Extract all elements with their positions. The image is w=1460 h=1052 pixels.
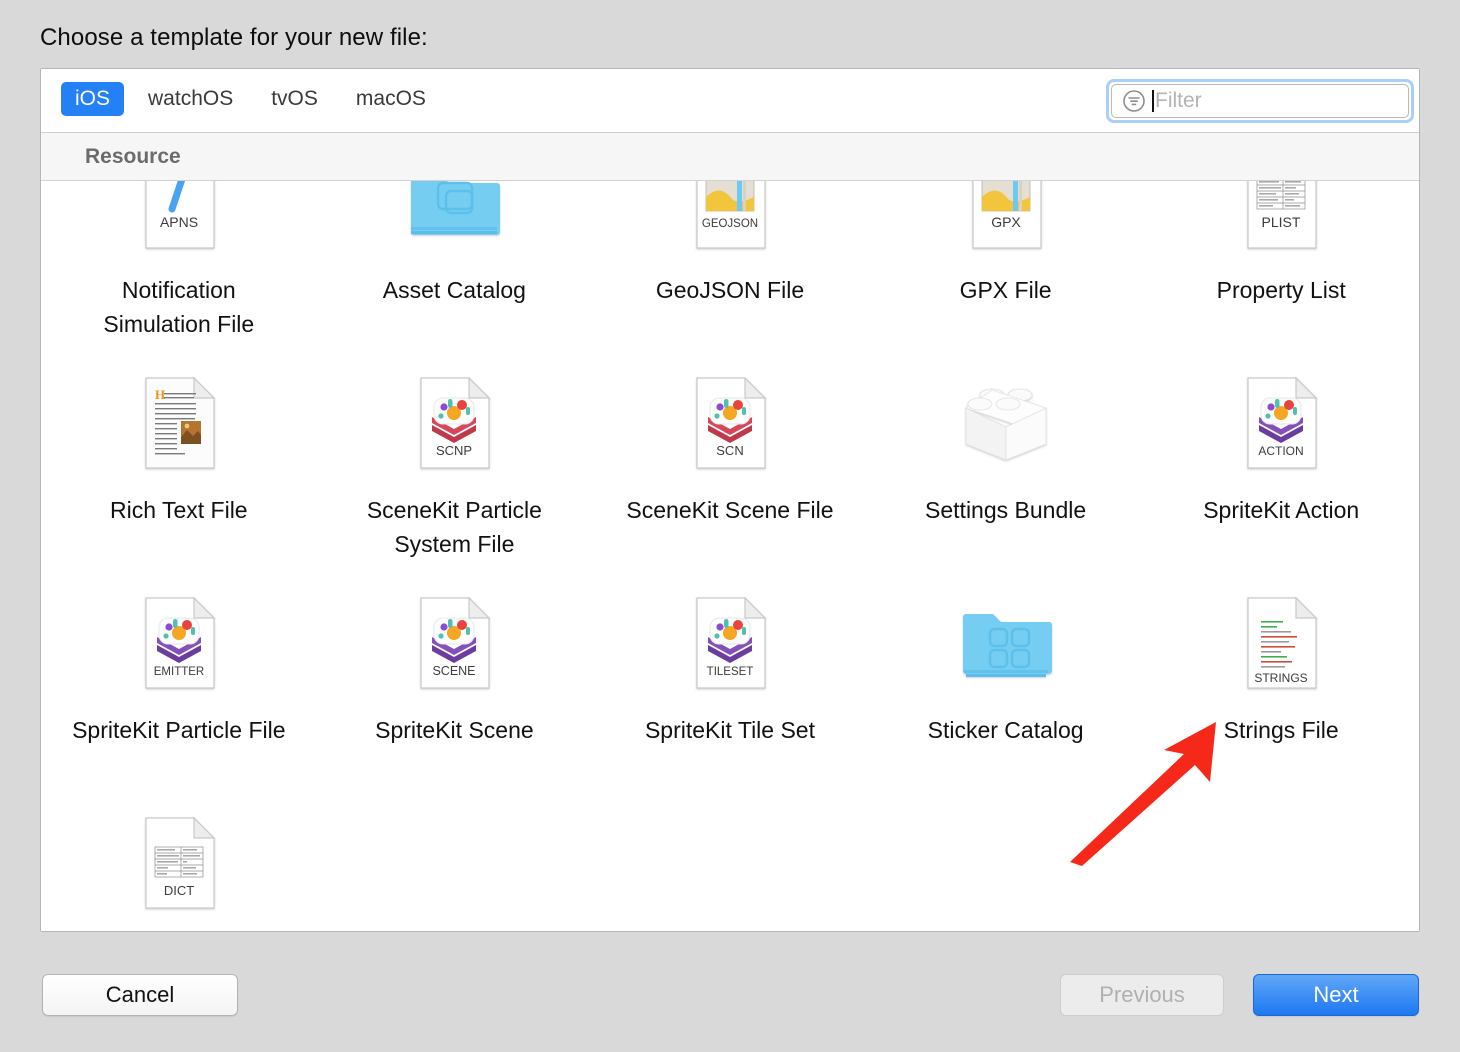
template-item[interactable]: APNS Notification Simulation File: [41, 181, 317, 363]
dialog-footer: Cancel Previous Next: [0, 948, 1460, 1052]
template-label: Notification Simulation File: [103, 277, 255, 337]
template-label: GeoJSON File: [655, 277, 805, 303]
template-item[interactable]: PLIST Property List: [1143, 181, 1419, 363]
next-button[interactable]: Next: [1253, 974, 1419, 1016]
template-grid: APNS Notification Simulation File Asset …: [41, 181, 1419, 931]
tab-macos[interactable]: macOS: [342, 82, 440, 116]
template-label: Property List: [1216, 277, 1346, 303]
rich-text-document-icon: H: [142, 373, 216, 473]
template-label: SpriteKit Action: [1203, 497, 1360, 523]
gpx-document-icon: GPX: [969, 181, 1043, 253]
template-label: Sticker Catalog: [927, 717, 1084, 743]
svg-text:DICT: DICT: [164, 883, 194, 898]
template-item[interactable]: STRINGS Strings File: [1143, 583, 1419, 803]
new-file-template-dialog: Choose a template for your new file: iOS…: [0, 0, 1460, 1052]
template-label: SpriteKit Tile Set: [644, 717, 815, 743]
page-title: Choose a template for your new file:: [40, 24, 428, 51]
emitter-document-icon: EMITTER: [142, 593, 216, 693]
template-label: SceneKit Particle System File: [366, 497, 542, 557]
template-label: SpriteKit Scene: [375, 717, 534, 743]
strings-document-icon: STRINGS: [1244, 593, 1318, 693]
section-header-resource: Resource: [41, 133, 1419, 181]
template-item[interactable]: EMITTER SpriteKit Particle File: [41, 583, 317, 803]
template-item[interactable]: GPX GPX File: [868, 181, 1144, 363]
svg-text:STRINGS: STRINGS: [1255, 671, 1308, 685]
template-item[interactable]: ACTION SpriteKit Action: [1143, 363, 1419, 583]
dict-document-icon: DICT: [142, 813, 216, 913]
template-label: Asset Catalog: [382, 277, 526, 303]
tab-watchos[interactable]: watchOS: [134, 82, 247, 116]
template-item[interactable]: GEOJSON GeoJSON File: [592, 181, 868, 363]
scn-document-icon: SCN: [693, 373, 767, 473]
cancel-button[interactable]: Cancel: [42, 974, 238, 1016]
template-item[interactable]: Sticker Catalog: [868, 583, 1144, 803]
svg-text:APNS: APNS: [160, 214, 198, 230]
filter-circle-icon[interactable]: [1121, 88, 1147, 114]
plist-document-icon: PLIST: [1244, 181, 1318, 253]
previous-button: Previous: [1060, 974, 1224, 1016]
tileset-document-icon: TILESET: [693, 593, 767, 693]
template-item[interactable]: SCNP SceneKit Particle System File: [317, 363, 593, 583]
svg-text:SCN: SCN: [716, 443, 743, 458]
template-label: SceneKit Scene File: [626, 497, 834, 523]
template-item[interactable]: SCN SceneKit Scene File: [592, 363, 868, 583]
section-title: Resource: [85, 144, 181, 168]
scnp-document-icon: SCNP: [417, 373, 491, 473]
settings-bundle-brick-icon: [960, 373, 1052, 473]
asset-catalog-folder-icon: [408, 181, 501, 253]
svg-text:GPX: GPX: [991, 214, 1021, 230]
template-grid-scroll-area[interactable]: APNS Notification Simulation File Asset …: [41, 181, 1419, 931]
geojson-document-icon: GEOJSON: [693, 181, 767, 253]
platform-tab-list: iOS watchOS tvOS macOS: [61, 82, 450, 116]
apns-document-icon: APNS: [142, 181, 216, 253]
svg-text:H: H: [155, 387, 165, 402]
svg-text:PLIST: PLIST: [1262, 214, 1301, 230]
template-item[interactable]: DICT Stringsdict File: [41, 803, 317, 931]
filter-field-inner: Filter: [1111, 84, 1409, 118]
tab-tvos[interactable]: tvOS: [257, 82, 332, 116]
filter-placeholder: Filter: [1155, 89, 1202, 112]
svg-text:TILESET: TILESET: [707, 666, 754, 678]
action-document-icon: ACTION: [1244, 373, 1318, 473]
text-cursor: [1152, 90, 1154, 112]
template-label: Rich Text File: [109, 497, 248, 523]
template-label: Strings File: [1223, 717, 1339, 743]
filter-field[interactable]: Filter: [1106, 79, 1414, 123]
template-label: SpriteKit Particle File: [72, 717, 286, 743]
template-item[interactable]: Settings Bundle: [868, 363, 1144, 583]
svg-text:GEOJSON: GEOJSON: [702, 218, 758, 230]
svg-text:EMITTER: EMITTER: [154, 666, 204, 678]
svg-text:SCENE: SCENE: [433, 664, 476, 678]
svg-text:SCNP: SCNP: [436, 443, 472, 458]
template-item[interactable]: SCENE SpriteKit Scene: [317, 583, 593, 803]
tab-ios[interactable]: iOS: [61, 82, 125, 116]
toolbar: iOS watchOS tvOS macOS Filter: [41, 69, 1419, 133]
scene-document-icon: SCENE: [417, 593, 491, 693]
template-item[interactable]: TILESET SpriteKit Tile Set: [592, 583, 868, 803]
template-browser-panel: iOS watchOS tvOS macOS Filter Resource A…: [40, 68, 1420, 932]
template-item[interactable]: Asset Catalog: [317, 181, 593, 363]
template-label: Settings Bundle: [925, 497, 1087, 523]
template-item[interactable]: H Rich Text File: [41, 363, 317, 583]
template-label: GPX File: [959, 277, 1052, 303]
svg-text:ACTION: ACTION: [1259, 444, 1304, 458]
sticker-catalog-folder-icon: [960, 593, 1052, 693]
